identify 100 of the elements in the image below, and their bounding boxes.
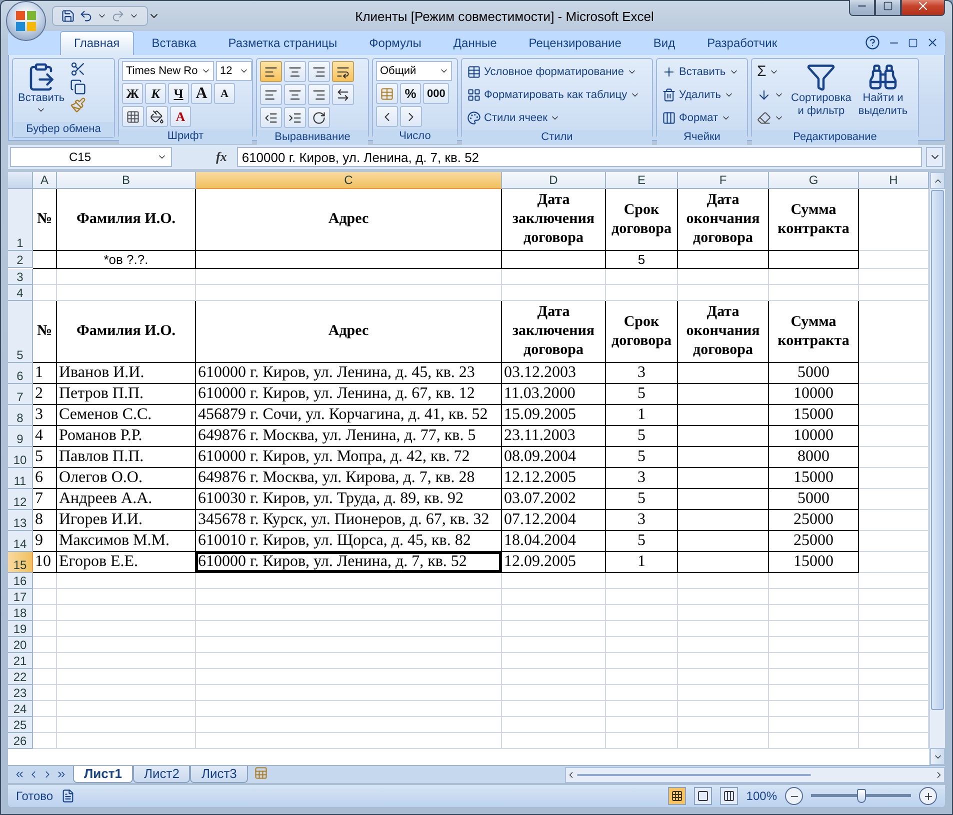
alignment-button[interactable] xyxy=(260,61,282,82)
italic-button[interactable]: К xyxy=(145,83,166,104)
styles-menu-button[interactable]: Форматировать как таблицу xyxy=(465,84,642,105)
row-header[interactable]: 25 xyxy=(8,717,33,733)
ribbon-tab[interactable]: Вид xyxy=(639,31,690,55)
shrink-font-button[interactable]: A xyxy=(214,83,235,104)
styles-menu-button[interactable]: Условное форматирование xyxy=(465,61,642,82)
sheet-tab[interactable]: Лист1 xyxy=(73,766,133,782)
fill-color-button[interactable] xyxy=(146,106,168,127)
currency-button[interactable] xyxy=(376,83,398,104)
vertical-scrollbar[interactable] xyxy=(929,172,945,765)
formula-field[interactable]: 610000 г. Киров, ул. Ленина, д. 7, кв. 52 xyxy=(236,147,922,167)
column-header[interactable]: C xyxy=(196,172,502,189)
alignment-button[interactable] xyxy=(308,107,330,128)
underline-button[interactable]: Ч xyxy=(168,83,189,104)
editing-menu-button[interactable]: Найти и выделить xyxy=(856,61,910,119)
row-header[interactable]: 19 xyxy=(8,621,33,637)
row-header[interactable]: 8 xyxy=(8,405,33,426)
row-header[interactable]: 23 xyxy=(8,685,33,701)
row-header[interactable]: 6 xyxy=(8,363,33,384)
horizontal-scrollbar[interactable] xyxy=(565,766,945,782)
paste-button[interactable]: Вставить xyxy=(16,61,67,116)
alignment-button[interactable] xyxy=(260,107,282,128)
row-header[interactable]: 15 xyxy=(8,552,33,573)
alignment-button[interactable] xyxy=(332,61,354,82)
row-header[interactable]: 3 xyxy=(8,269,33,285)
sheet-tab[interactable]: Лист2 xyxy=(132,766,190,782)
bold-button[interactable]: Ж xyxy=(122,83,143,104)
font-name-field[interactable]: Times New Ro xyxy=(122,61,214,81)
cells-menu-button[interactable]: Удалить xyxy=(660,84,741,105)
zoom-out-button[interactable] xyxy=(785,787,803,805)
increase-decimal-button[interactable] xyxy=(376,106,398,127)
column-header[interactable]: F xyxy=(678,172,769,189)
ribbon-tab[interactable]: Вставка xyxy=(138,31,210,55)
row-header[interactable]: 16 xyxy=(8,573,33,589)
number-format-field[interactable]: Общий xyxy=(376,61,452,81)
column-header[interactable]: D xyxy=(502,172,606,189)
row-header[interactable]: 4 xyxy=(8,285,33,301)
alignment-button[interactable] xyxy=(308,61,330,82)
column-header[interactable]: A xyxy=(33,172,57,189)
font-size-field[interactable]: 12 xyxy=(216,61,252,81)
alignment-button[interactable] xyxy=(308,84,330,105)
cells-menu-button[interactable]: Вставить xyxy=(660,61,741,82)
selected-cell[interactable]: 610000 г. Киров, ул. Ленина, д. 7, кв. 52 xyxy=(196,552,502,573)
autosum-button[interactable]: Σ xyxy=(755,61,786,82)
row-header[interactable]: 13 xyxy=(8,510,33,531)
grow-font-button[interactable]: A xyxy=(191,83,212,104)
zoom-in-button[interactable] xyxy=(919,787,937,805)
alignment-button[interactable] xyxy=(284,61,306,82)
row-header[interactable]: 1 xyxy=(8,189,33,251)
ribbon-tab[interactable]: Формулы xyxy=(355,31,436,55)
ribbon-tab[interactable]: Главная xyxy=(60,31,134,55)
close-button[interactable] xyxy=(901,0,945,16)
row-header[interactable]: 5 xyxy=(8,301,33,363)
font-color-button[interactable]: A xyxy=(170,106,191,127)
row-header[interactable]: 22 xyxy=(8,669,33,685)
percent-button[interactable]: % xyxy=(400,83,421,104)
zoom-slider-thumb[interactable] xyxy=(857,789,866,803)
column-header[interactable]: H xyxy=(859,172,929,189)
row-header[interactable]: 20 xyxy=(8,637,33,653)
name-box[interactable]: C15 xyxy=(10,147,172,167)
page-break-button[interactable] xyxy=(720,787,738,805)
row-header[interactable]: 2 xyxy=(8,251,33,268)
column-header[interactable]: G xyxy=(769,172,859,189)
row-header[interactable]: 26 xyxy=(8,733,33,749)
minimize-button[interactable] xyxy=(849,0,875,16)
ribbon-tab[interactable]: Разметка страницы xyxy=(214,31,352,55)
row-header[interactable]: 17 xyxy=(8,589,33,605)
alignment-button[interactable] xyxy=(332,84,354,105)
row-header[interactable]: 9 xyxy=(8,426,33,447)
row-header[interactable]: 12 xyxy=(8,489,33,510)
column-header[interactable]: B xyxy=(57,172,196,189)
page-layout-button[interactable] xyxy=(694,787,712,805)
row-header[interactable]: 10 xyxy=(8,447,33,468)
thousands-button[interactable]: 000 xyxy=(423,83,450,104)
row-header[interactable]: 11 xyxy=(8,468,33,489)
ribbon-tab[interactable]: Данные xyxy=(439,31,511,55)
ribbon-tab[interactable]: Разработчик xyxy=(693,31,792,55)
decrease-decimal-button[interactable] xyxy=(400,106,422,127)
row-header[interactable]: 14 xyxy=(8,531,33,552)
alignment-button[interactable] xyxy=(260,84,282,105)
column-header[interactable]: E xyxy=(606,172,678,189)
row-header[interactable]: 24 xyxy=(8,701,33,717)
borders-button[interactable] xyxy=(122,106,144,127)
alignment-button[interactable] xyxy=(284,107,306,128)
row-header[interactable]: 21 xyxy=(8,653,33,669)
normal-view-button[interactable] xyxy=(668,787,686,805)
editing-menu-button[interactable]: Сортировка и фильтр xyxy=(789,61,854,119)
restore-button[interactable] xyxy=(875,0,901,16)
zoom-level[interactable]: 100% xyxy=(746,789,777,803)
ribbon-tab[interactable]: Рецензирование xyxy=(514,31,636,55)
styles-menu-button[interactable]: Стили ячеек xyxy=(465,107,642,128)
row-header[interactable]: 7 xyxy=(8,384,33,405)
row-header[interactable]: 18 xyxy=(8,605,33,621)
alignment-button[interactable] xyxy=(284,84,306,105)
office-button[interactable] xyxy=(6,1,46,41)
insert-function-button[interactable]: fx xyxy=(176,149,233,165)
sheet-tab[interactable]: Лист3 xyxy=(190,766,248,782)
expand-formula-button[interactable] xyxy=(926,147,943,167)
cells-menu-button[interactable]: Формат xyxy=(660,107,741,128)
